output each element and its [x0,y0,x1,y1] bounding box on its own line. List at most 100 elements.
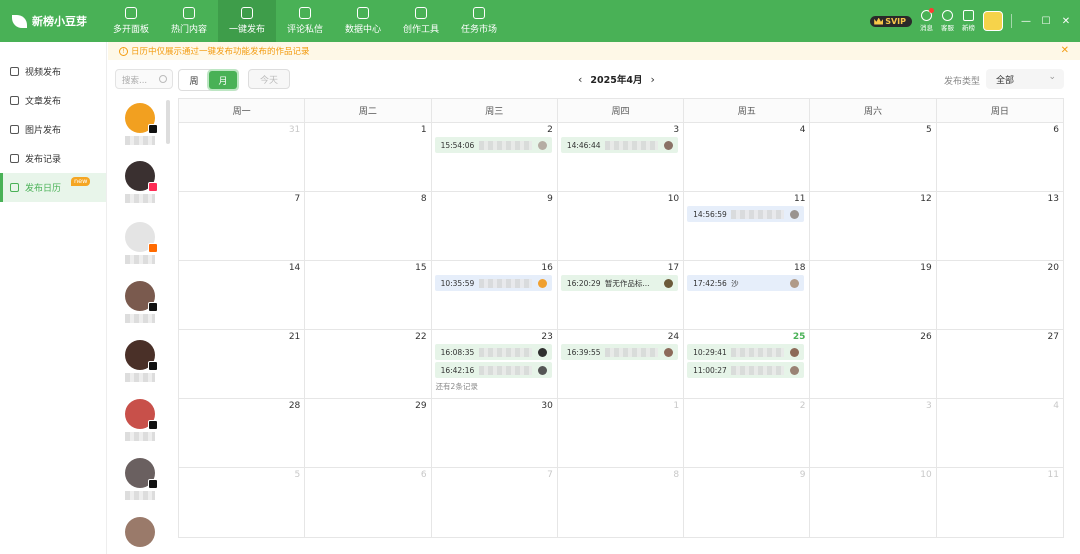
publish-event[interactable]: 14:56:59 [687,206,805,222]
calendar-day-cell[interactable]: 14 [179,261,306,330]
calendar-day-cell[interactable]: 15 [305,261,432,330]
calendar-day-cell[interactable]: 20 [936,261,1063,330]
calendar-day-cell[interactable]: 1 [305,123,432,192]
calendar-day-cell[interactable]: 10 [810,468,937,537]
sidebar-item-publish-records[interactable]: 发布记录 [0,144,106,173]
calendar-day-cell[interactable]: 3 14:46:44 [557,123,685,192]
calendar-day-cell[interactable]: 30 [431,399,558,468]
calendar-day-cell[interactable]: 8 [305,192,432,261]
chevron-left-icon[interactable]: ‹ [578,73,582,86]
publish-event[interactable]: 16:20:29 暂无作品标... [560,275,678,291]
calendar-day-cell[interactable]: 21 [179,330,306,399]
calendar-day-cell[interactable]: 6 [305,468,432,537]
sidebar-item-publish-calendar[interactable]: 发布日历 new [0,173,106,202]
calendar-day-cell[interactable]: 17 16:20:29 暂无作品标... [557,261,685,330]
calendar-day-cell[interactable]: 28 [179,399,306,468]
image-icon [10,125,19,134]
scrollbar[interactable] [166,100,170,144]
calendar-day-cell[interactable]: 31 [179,123,306,192]
calendar-day-cell[interactable]: 10 [557,192,685,261]
douyin-icon [148,361,158,371]
calendar-day-cell[interactable]: 22 [305,330,432,399]
calendar-day-cell[interactable]: 5 [179,468,306,537]
nav-multi-panel[interactable]: 多开面板 [102,0,160,42]
calendar-day-cell[interactable]: 7 [179,192,306,261]
nav-creation-tools[interactable]: 创作工具 [392,0,450,42]
crown-icon [874,17,884,25]
xinbang-button[interactable]: 新榜 [962,10,975,32]
nav-comments[interactable]: 评论私信 [276,0,334,42]
publish-event[interactable]: 16:42:16 [434,362,552,378]
nav-one-click-publish[interactable]: 一键发布 [218,0,276,42]
calendar-day-cell[interactable]: 18 17:42:56 沙 [684,261,811,330]
calendar-day-cell[interactable]: 5 [810,123,937,192]
account-item[interactable] [125,340,158,382]
publish-event[interactable]: 14:46:44 [560,137,678,153]
douyin-icon [148,302,158,312]
calendar-day-cell[interactable]: 29 [305,399,432,468]
publish-event[interactable]: 17:42:56 沙 [687,275,805,291]
calendar-day-cell[interactable]: 12 [810,192,937,261]
calendar-day-cell[interactable]: 2 15:54:06 [431,123,558,192]
calendar-day-cell[interactable]: 11 [937,468,1063,537]
day-number: 27 [1047,332,1059,342]
nav-data-center[interactable]: 数据中心 [334,0,392,42]
account-item[interactable] [125,161,158,203]
account-item[interactable] [125,222,158,264]
sidebar-item-video-publish[interactable]: 视频发布 [0,57,106,86]
publish-event[interactable]: 10:29:41 [687,344,805,360]
account-item[interactable] [125,399,158,441]
account-item[interactable] [125,517,157,547]
calendar-day-cell[interactable]: 8 [558,468,685,537]
event-time: 16:39:55 [566,347,601,357]
calendar-day-cell[interactable]: 6 [936,123,1063,192]
week-view-button[interactable]: 周 [180,71,208,89]
account-item[interactable] [125,103,158,145]
more-records-link[interactable]: 还有2条记录 [436,381,478,392]
calendar-day-cell[interactable]: 16 10:35:59 [431,261,558,330]
publish-type-select[interactable]: 全部 ⌄ [986,69,1064,89]
calendar-day-cell[interactable]: 1 [557,399,685,468]
weekday-label: 周二 [305,99,432,122]
sidebar-item-article-publish[interactable]: 文章发布 [0,86,106,115]
calendar-day-cell[interactable]: 13 [936,192,1063,261]
calendar-day-cell[interactable]: 25 10:29:41 11:00:27 [684,330,811,399]
account-item[interactable] [125,281,158,323]
account-search-input[interactable]: 搜索... [115,69,173,89]
calendar-day-cell[interactable]: 9 [431,192,558,261]
nav-hot-content[interactable]: 热门内容 [160,0,218,42]
month-view-button[interactable]: 月 [209,71,237,89]
calendar-day-cell[interactable]: 4 [684,123,811,192]
account-item[interactable] [125,458,158,500]
calendar-day-cell[interactable]: 11 14:56:59 [684,192,811,261]
calendar-day-cell[interactable]: 7 [432,468,558,537]
calendar-day-cell[interactable]: 27 [936,330,1063,399]
customer-service-button[interactable]: 客服 [941,10,954,32]
user-avatar[interactable] [983,11,1003,31]
svip-badge[interactable]: SVIP [870,15,912,27]
publish-event[interactable]: 15:54:06 [434,137,552,153]
calendar-day-cell[interactable]: 24 16:39:55 [557,330,685,399]
nav-task-market[interactable]: 任务市场 [450,0,508,42]
chevron-right-icon[interactable]: › [650,73,654,86]
calendar-day-cell[interactable]: 9 [684,468,811,537]
publish-event[interactable]: 10:35:59 [434,275,552,291]
publish-event[interactable]: 11:00:27 [687,362,805,378]
publish-event[interactable]: 16:39:55 [560,344,678,360]
day-number: 7 [547,470,553,480]
publish-event[interactable]: 16:08:35 [434,344,552,360]
calendar-day-cell[interactable]: 26 [810,330,937,399]
calendar-day-cell[interactable]: 23 16:08:35 16:42:16 还有2条记录 [431,330,558,399]
close-icon[interactable]: ✕ [1060,16,1072,27]
sidebar-item-image-publish[interactable]: 图片发布 [0,115,106,144]
close-icon[interactable]: ✕ [1061,45,1069,56]
minimize-icon[interactable]: — [1020,16,1032,27]
calendar-day-cell[interactable]: 3 [810,399,937,468]
calendar-day-cell[interactable]: 4 [936,399,1063,468]
messages-button[interactable]: 消息 [920,8,934,32]
today-button[interactable]: 今天 [248,69,290,89]
maximize-icon[interactable]: ☐ [1040,16,1052,27]
calendar-day-cell[interactable]: 19 [810,261,937,330]
day-number: 31 [288,125,301,135]
calendar-day-cell[interactable]: 2 [684,399,811,468]
